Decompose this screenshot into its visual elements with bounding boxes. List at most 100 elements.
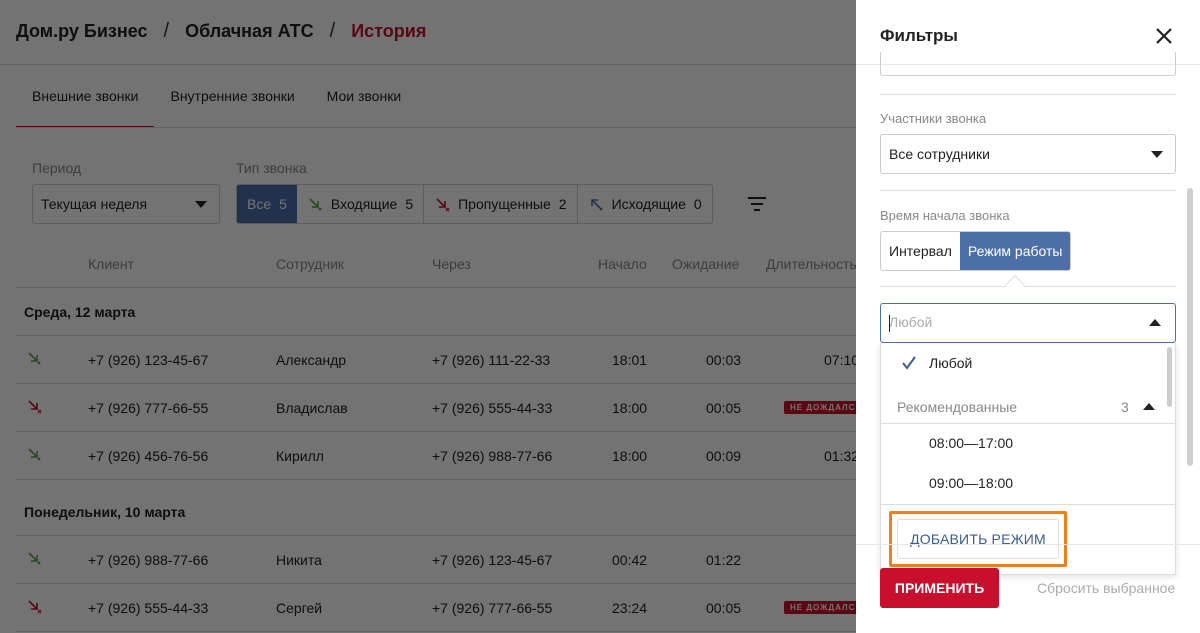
row-wait: 00:05 [706,400,742,416]
row-wait: 01:22 [706,552,742,568]
row-via: +7 (926) 111-22-33 [432,352,551,368]
toggle-pointer [1005,275,1025,295]
dropdown-option[interactable]: 08:00—17:00 [881,423,1167,463]
table-row[interactable]: +7 (926) 777-66-55 Владислав +7 (926) 55… [16,384,856,432]
filters-drawer: Фильтры Участники звонка Все сотрудники … [856,0,1200,633]
incoming-icon [28,552,41,565]
dropdown-option-label: 09:00—18:00 [929,475,1014,491]
drawer-title: Фильтры [880,26,958,45]
schedule-dropdown: Любой Рекомендованные 3 08:00—17:00 09:0… [880,343,1176,575]
call-type-incoming-count: 5 [405,196,414,212]
call-type-segmented: Все 5 Входящие 5 Пропущенные 2 Исходящие… [236,184,713,224]
close-icon[interactable] [1152,24,1176,48]
table-row[interactable]: +7 (926) 988-77-66 Никита +7 (926) 123-4… [16,536,856,584]
column-client: Клиент [88,256,135,272]
reset-filters-link[interactable]: Сбросить выбранное [1037,580,1175,596]
scrolled-field[interactable] [880,52,1176,76]
tab-external-calls[interactable]: Внешние звонки [16,64,155,128]
row-via: +7 (926) 555-44-33 [432,400,553,416]
history-panel: Период Текущая неделя Тип звонка Все 5 В… [16,146,856,633]
row-start: 23:24 [612,600,648,616]
group-label: Рекомендованные [897,399,1018,415]
breadcrumb-current: История [351,21,427,41]
start-time-mode-toggle: Интервал Режим работы [880,231,1072,271]
call-type-missed-count: 2 [558,196,567,212]
incoming-icon [309,198,322,211]
check-icon [902,356,916,370]
column-duration: Длительность [766,256,856,272]
chevron-up-icon [1143,403,1155,410]
call-type-missed[interactable]: Пропущенные 2 [424,185,578,223]
row-via: +7 (926) 777-66-55 [432,600,553,616]
add-schedule-button[interactable]: ДОБАВИТЬ РЕЖИМ [897,519,1059,559]
period-label: Период [32,160,82,176]
participants-value: Все сотрудники [889,146,990,162]
breadcrumb-separator: / [329,20,336,42]
group-count: 3 [1121,399,1129,415]
tab-internal-calls[interactable]: Внутренние звонки [154,64,310,128]
table-row[interactable]: +7 (926) 123-45-67 Александр +7 (926) 11… [16,336,856,384]
filter-icon[interactable] [746,196,768,212]
row-duration: 01:32 [824,448,856,464]
call-type-incoming[interactable]: Входящие 5 [297,185,425,223]
row-employee: Александр [276,352,347,368]
call-type-label: Тип звонка [236,160,307,176]
row-start: 00:42 [612,552,648,568]
row-employee: Кирилл [276,448,324,464]
breadcrumb-separator: / [163,20,170,42]
breadcrumb-root[interactable]: Дом.ру Бизнес [16,21,148,42]
participants-select[interactable]: Все сотрудники [880,134,1176,174]
mode-interval[interactable]: Интервал [881,232,960,270]
mode-work-schedule[interactable]: Режим работы [959,232,1071,270]
row-employee: Никита [276,552,322,568]
chevron-down-icon [195,201,207,208]
column-via: Через [432,256,471,272]
incoming-icon [28,448,41,461]
outgoing-icon [590,199,602,211]
call-type-incoming-label: Входящие [330,196,398,212]
row-client: +7 (926) 988-77-66 [88,552,209,568]
dropdown-option-any[interactable]: Любой [881,343,1167,383]
call-type-outgoing[interactable]: Исходящие 0 [578,185,712,223]
dropdown-divider [881,504,1175,505]
period-select[interactable]: Текущая неделя [32,184,220,224]
date-group-header: Среда, 12 марта [16,288,856,336]
main-page: Дом.ру Бизнес / Облачная АТС / История В… [0,0,856,633]
highlight-frame: ДОБАВИТЬ РЕЖИМ [889,511,1067,567]
column-start: Начало [598,256,647,272]
column-employee: Сотрудник [276,256,345,272]
table-row[interactable]: +7 (926) 456-76-56 Кирилл +7 (926) 988-7… [16,432,856,480]
status-badge: НЕ ДОЖДАЛСЯ [784,401,856,414]
row-via: +7 (926) 988-77-66 [432,448,553,464]
participants-label: Участники звонка [880,111,987,126]
table-row[interactable]: +7 (926) 555-44-33 Сергей +7 (926) 777-6… [16,584,856,632]
dropdown-option-label: Любой [929,355,973,371]
apply-button[interactable]: ПРИМЕНИТЬ [880,568,999,608]
row-client: +7 (926) 555-44-33 [88,600,209,616]
period-value: Текущая неделя [41,196,148,212]
schedule-search-input[interactable] [889,314,1129,330]
schedule-combobox[interactable] [880,303,1176,343]
start-time-label: Время начала звонка [880,208,1010,223]
call-type-all[interactable]: Все 5 [237,185,297,223]
section-divider [880,94,1176,95]
tab-my-calls[interactable]: Мои звонки [311,64,417,128]
section-divider [880,190,1176,191]
row-start: 18:00 [612,448,648,464]
breadcrumb-section[interactable]: Облачная АТС [185,21,314,42]
row-start: 18:01 [612,352,648,368]
row-client: +7 (926) 456-76-56 [88,448,209,464]
call-type-outgoing-label: Исходящие [611,196,686,212]
table-header: Клиент Сотрудник Через Начало Ожидание Д… [16,256,856,288]
row-start: 18:00 [612,400,648,416]
status-badge: НЕ ДОЖДАЛСЯ [784,601,856,614]
row-client: +7 (926) 123-45-67 [88,352,209,368]
dropdown-option[interactable]: 09:00—18:00 [881,463,1167,503]
missed-icon [436,198,450,212]
call-type-outgoing-count: 0 [693,196,702,212]
call-type-all-label: Все [247,196,272,212]
call-type-missed-label: Пропущенные [458,196,551,212]
chevron-up-icon[interactable] [1149,319,1161,326]
dropdown-group-recommended[interactable]: Рекомендованные 3 [881,391,1175,423]
drawer-scrollbar[interactable] [1187,188,1193,466]
